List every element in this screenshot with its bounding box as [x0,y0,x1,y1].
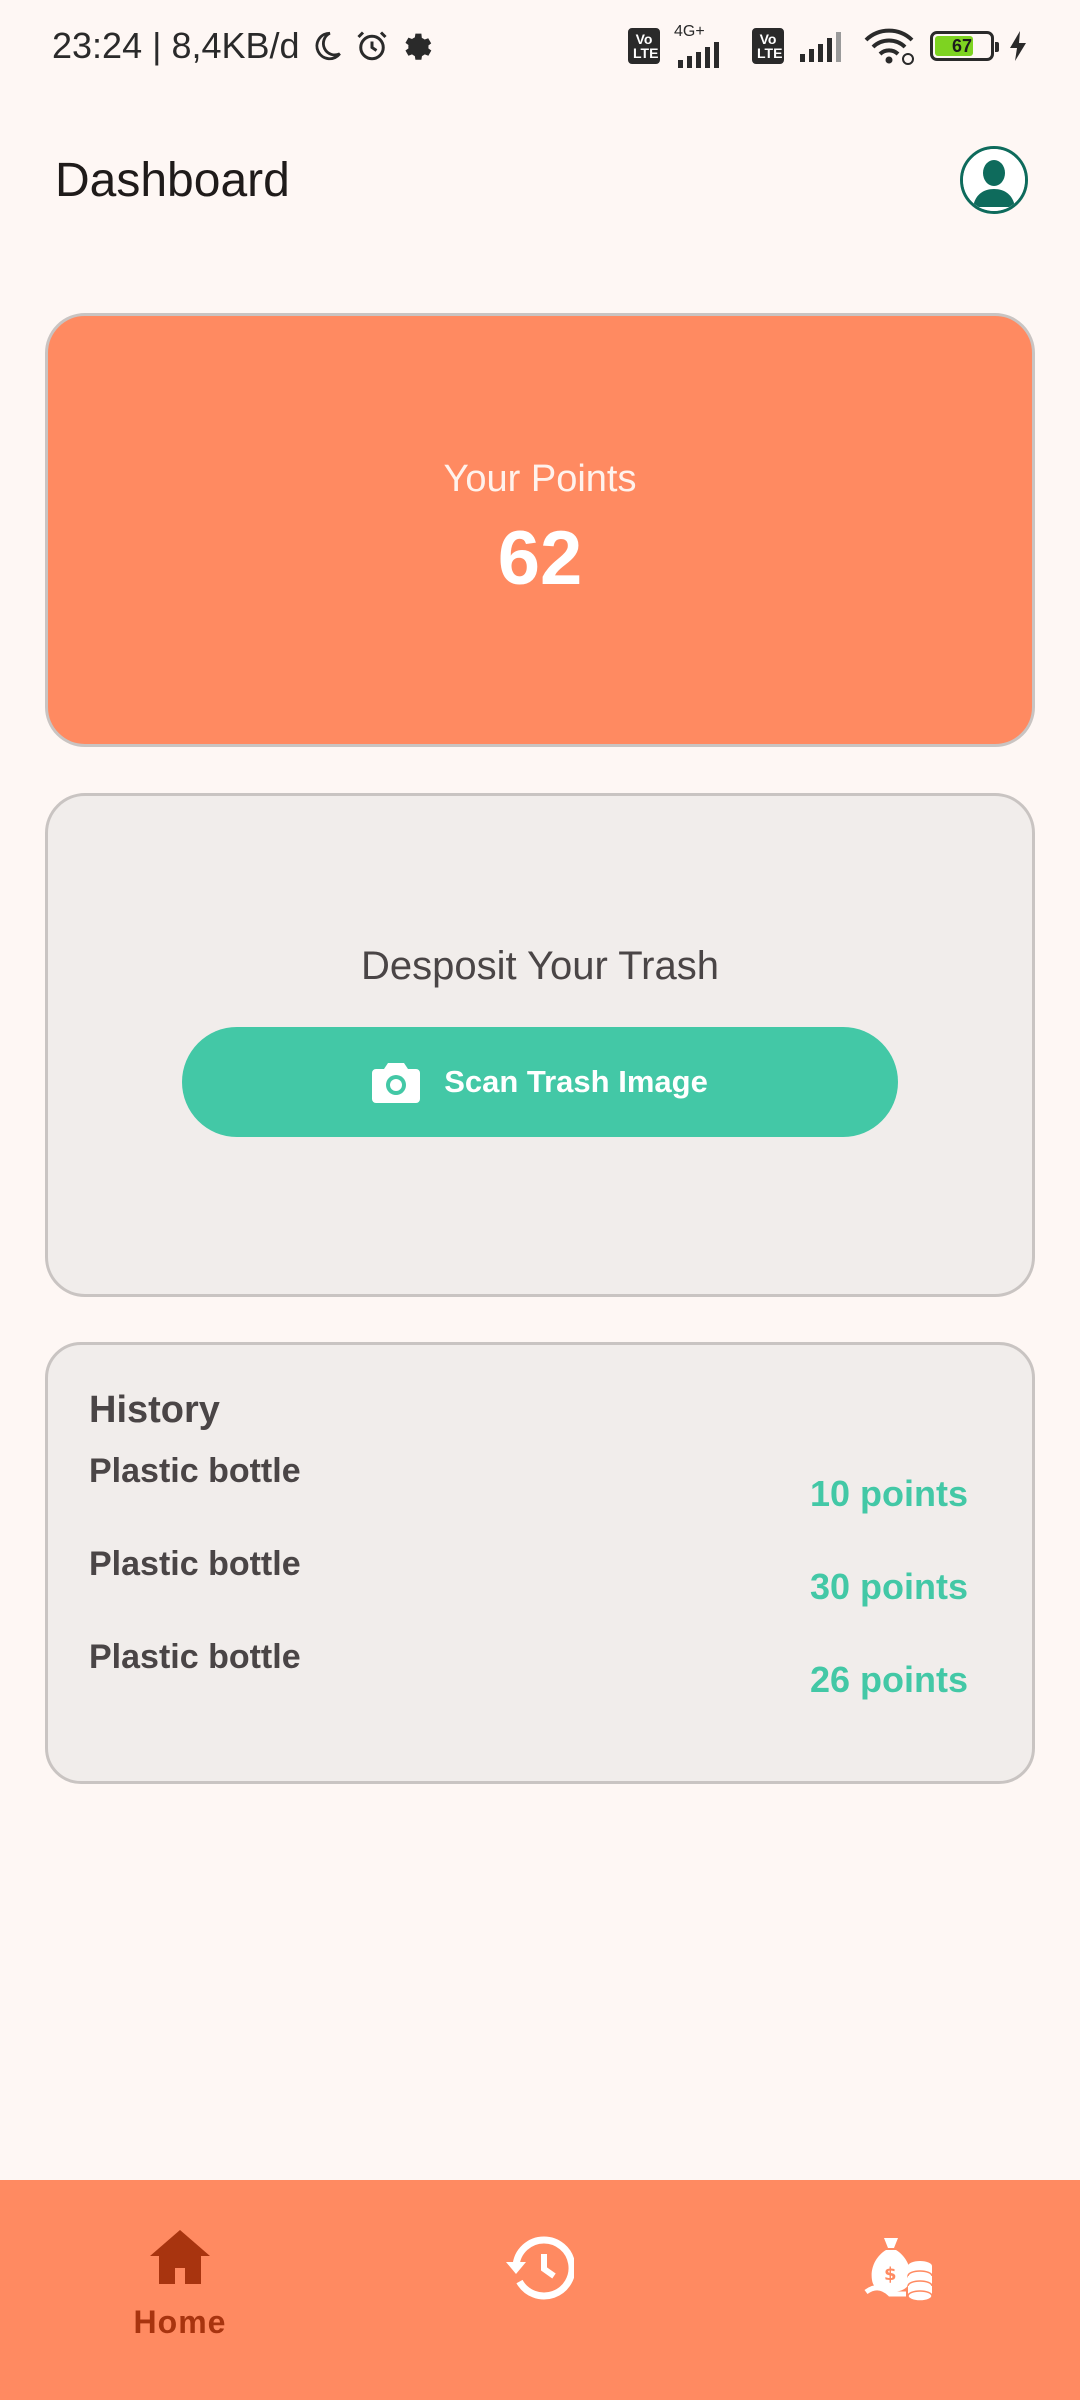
svg-text:$: $ [884,2264,897,2285]
volte-badge-2: Vo LTE [752,28,784,64]
history-row: Plastic bottle 30 points [89,1539,968,1632]
status-speed: 8,4KB/d [171,25,300,66]
home-icon [150,2230,210,2284]
scan-trash-button[interactable]: Scan Trash Image [182,1026,898,1137]
alarm-icon [354,28,390,64]
deposit-title: Desposit Your Trash [361,943,719,988]
history-item-name: Plastic bottle [89,1452,301,1490]
history-row: Plastic bottle 10 points [89,1446,968,1539]
page-title: Dashboard [55,153,290,207]
history-item-points: 10 points [809,1473,968,1514]
deposit-card: Desposit Your Trash Scan Trash Image [45,793,1035,1297]
status-bar: 23:24 | 8,4KB/d Vo LTE 4G+ Vo LTE 67 [0,0,1080,92]
history-card: History Plastic bottle 10 points Plastic… [45,1342,1035,1784]
money-bag-coins-icon: $ [864,2238,933,2302]
moon-icon [310,29,344,63]
status-separator: | [152,25,162,66]
signal-4g-icon: 4G+ [674,24,738,68]
settings-gear-icon [400,29,434,63]
status-left: 23:24 | 8,4KB/d [52,25,434,67]
points-label: Your Points [443,458,637,500]
history-item-name: Plastic bottle [89,1638,301,1676]
nav-label-home: Home [133,2304,227,2340]
battery-icon: 67 [930,31,999,61]
history-title: History [89,1389,220,1431]
nav-item-home[interactable]: Home [0,2180,360,2400]
person-avatar-icon [963,149,1025,211]
history-item-points: 26 points [809,1659,968,1700]
volte-badge: Vo LTE [628,28,660,64]
scan-button-label: Scan Trash Image [444,1063,708,1099]
battery-level: 67 [951,35,973,56]
points-value: 62 [497,516,583,601]
status-right: Vo LTE 4G+ Vo LTE 67 [628,24,1028,68]
points-card: Your Points 62 [45,313,1035,747]
bottom-navigation: Home $ [0,2180,1080,2400]
history-row: Plastic bottle 26 points [89,1632,968,1725]
camera-icon [372,1062,421,1103]
profile-avatar-button[interactable] [960,146,1028,214]
signal-bars-icon [798,30,848,62]
app-bar: Dashboard [0,130,1080,230]
history-item-points: 30 points [809,1566,968,1607]
status-time: 23:24 [52,25,143,66]
wifi-icon [862,26,916,66]
nav-item-rewards[interactable]: $ [720,2180,1080,2400]
charging-bolt-icon [1008,30,1028,62]
network-type-label: 4G+ [674,23,705,40]
history-item-name: Plastic bottle [89,1545,301,1583]
nav-item-history[interactable] [360,2180,720,2400]
history-icon [506,2236,574,2300]
